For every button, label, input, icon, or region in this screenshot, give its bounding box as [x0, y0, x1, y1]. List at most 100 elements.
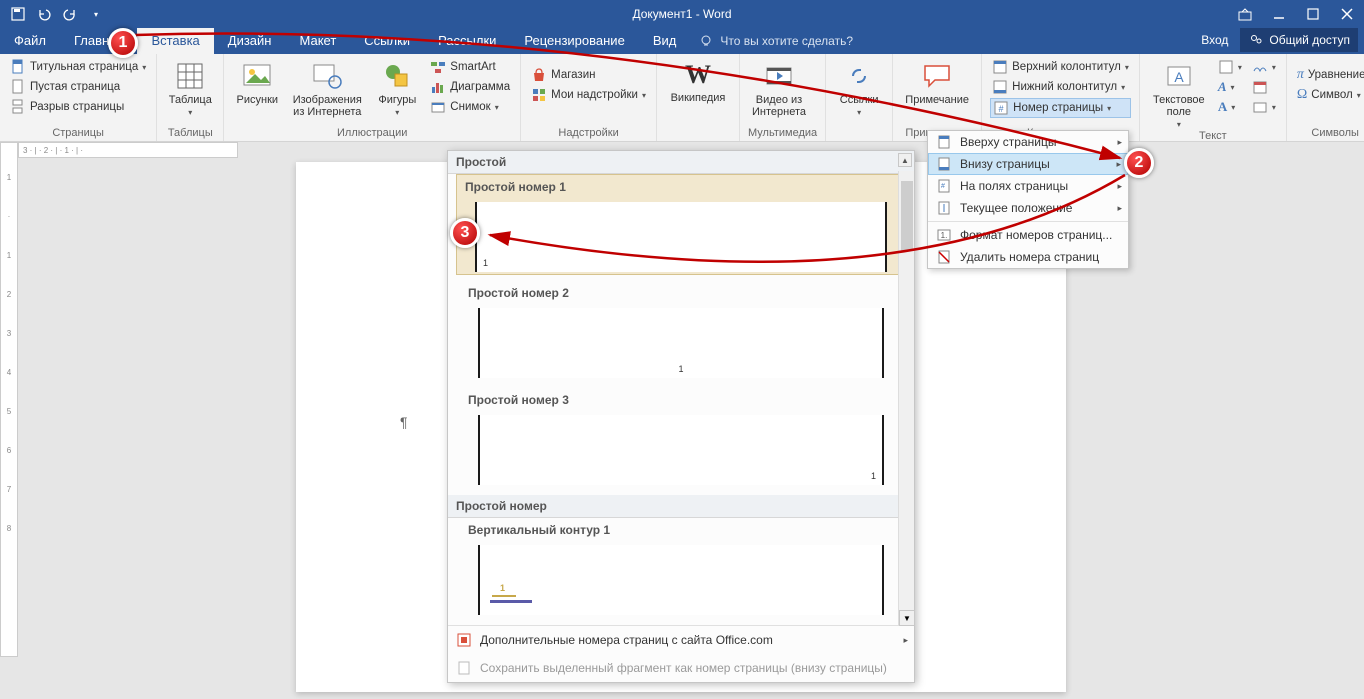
tell-me[interactable]: Что вы хотите сделать?: [698, 28, 853, 54]
store-icon: [531, 67, 547, 83]
tab-file[interactable]: Файл: [0, 28, 60, 54]
shapes-button[interactable]: Фигуры▾: [372, 58, 422, 118]
textbox-button[interactable]: AТекстовое поле▾: [1148, 58, 1210, 130]
object-button[interactable]: ▾: [1250, 98, 1278, 116]
drop-cap-button[interactable]: A▾: [1216, 98, 1244, 116]
save-button[interactable]: [8, 4, 28, 24]
more-from-office[interactable]: Дополнительные номера страниц с сайта Of…: [448, 626, 914, 654]
bulb-icon: [698, 33, 714, 49]
addins-icon: [531, 87, 547, 103]
page-margins-icon: #: [936, 178, 952, 194]
gallery-item-simple-3[interactable]: Простой номер 3 1: [460, 388, 902, 485]
link-icon: [843, 60, 875, 92]
share-button[interactable]: Общий доступ: [1240, 28, 1358, 52]
page-icon: [10, 59, 26, 75]
symbol-button[interactable]: ΩСимвол ▾: [1295, 86, 1364, 104]
menuitem-remove-page-numbers[interactable]: Удалить номера страниц: [928, 246, 1128, 268]
tab-design[interactable]: Дизайн: [214, 28, 286, 54]
wordart-button[interactable]: A▾: [1216, 78, 1244, 96]
minimize-button[interactable]: [1262, 0, 1296, 28]
equation-button[interactable]: πУравнение ▾: [1295, 66, 1364, 84]
signature-icon: [1252, 59, 1268, 75]
wikipedia-button[interactable]: WВикипедия: [665, 58, 731, 104]
store-button[interactable]: Магазин: [529, 66, 648, 84]
wordart-icon: A: [1218, 79, 1227, 95]
footer-button[interactable]: Нижний колонтитул ▾: [990, 78, 1131, 96]
table-button[interactable]: Таблица▾: [165, 58, 215, 118]
smartart-button[interactable]: SmartArt: [428, 58, 512, 76]
cover-page-button[interactable]: Титульная страница▾: [8, 58, 148, 76]
ribbon-display-options[interactable]: [1228, 0, 1262, 28]
page-number-button[interactable]: #Номер страницы ▾: [990, 98, 1131, 118]
comment-button[interactable]: Примечание: [901, 58, 973, 106]
group-pages-label: Страницы: [8, 127, 148, 141]
close-button[interactable]: [1330, 0, 1364, 28]
parts-icon: [1218, 59, 1234, 75]
links-button[interactable]: Ссылки▾: [834, 58, 884, 118]
save-selection-icon: [456, 660, 472, 676]
page-break-button[interactable]: Разрыв страницы: [8, 98, 148, 116]
svg-text:#: #: [941, 183, 945, 190]
tab-layout[interactable]: Макет: [285, 28, 350, 54]
current-position-icon: [936, 200, 952, 216]
menuitem-format-page-numbers[interactable]: 1.Формат номеров страниц...: [928, 224, 1128, 246]
my-addins-button[interactable]: Мои надстройки ▾: [529, 86, 648, 104]
pi-icon: π: [1297, 67, 1304, 83]
gallery-item-simple-1[interactable]: Простой номер 1 1: [456, 174, 906, 275]
undo-button[interactable]: [34, 4, 54, 24]
datetime-icon: [1252, 79, 1268, 95]
group-symbols-label: Символы: [1295, 127, 1364, 141]
header-icon: [992, 59, 1008, 75]
chart-icon: [430, 79, 446, 95]
format-icon: 1.: [936, 227, 952, 243]
save-selection-as-page-number: Сохранить выделенный фрагмент как номер …: [448, 654, 914, 682]
table-icon: [174, 60, 206, 92]
page-number-icon: #: [993, 100, 1009, 116]
textbox-icon: A: [1163, 60, 1195, 92]
tab-insert[interactable]: Вставка: [137, 28, 213, 54]
group-illustrations-label: Иллюстрации: [232, 127, 512, 141]
pictures-button[interactable]: Рисунки: [232, 58, 282, 106]
tab-references[interactable]: Ссылки: [350, 28, 424, 54]
page-top-icon: [936, 134, 952, 150]
tab-review[interactable]: Рецензирование: [510, 28, 638, 54]
menuitem-top-of-page[interactable]: Вверху страницы▸: [928, 131, 1128, 153]
qat-customize[interactable]: ▾: [86, 4, 106, 24]
signin-link[interactable]: Вход: [1201, 33, 1228, 47]
group-tables-label: Таблицы: [165, 127, 215, 141]
gallery-item-vertical-1[interactable]: Вертикальный контур 1 1: [460, 518, 902, 615]
page-number-gallery: Простой ▲ Простой номер 1 1 Простой номе…: [447, 150, 915, 683]
horizontal-ruler[interactable]: 3 · | · 2 · | · 1 · | ·: [18, 142, 238, 158]
maximize-button[interactable]: [1296, 0, 1330, 28]
date-time-button[interactable]: [1250, 78, 1278, 96]
page-bottom-icon: [936, 156, 952, 172]
online-video-button[interactable]: Видео из Интернета: [748, 58, 810, 118]
menuitem-current-position[interactable]: Текущее положение▸: [928, 197, 1128, 219]
svg-text:#: #: [999, 104, 1004, 114]
tab-mailings[interactable]: Рассылки: [424, 28, 510, 54]
tab-view[interactable]: Вид: [639, 28, 691, 54]
online-pictures-button[interactable]: Изображения из Интернета: [288, 58, 366, 118]
gallery-scroll-down[interactable]: ▼: [899, 610, 915, 626]
header-button[interactable]: Верхний колонтитул ▾: [990, 58, 1131, 76]
gallery-item-simple-2[interactable]: Простой номер 2 1: [460, 281, 902, 378]
dropcap-icon: A: [1218, 99, 1227, 115]
gallery-header-simple: Простой ▲: [448, 151, 914, 174]
screenshot-button[interactable]: Снимок▾: [428, 98, 512, 116]
signature-line-button[interactable]: ▾: [1250, 58, 1278, 76]
scrollbar-thumb[interactable]: [901, 181, 913, 251]
office-icon: [456, 632, 472, 648]
quick-parts-button[interactable]: ▾: [1216, 58, 1244, 76]
menuitem-page-margins[interactable]: #На полях страницы▸: [928, 175, 1128, 197]
window-title: Документ1 - Word: [632, 7, 731, 21]
page-break-icon: [10, 99, 26, 115]
blank-page-button[interactable]: Пустая страница: [8, 78, 148, 96]
chart-button[interactable]: Диаграмма: [428, 78, 512, 96]
gallery-scrollbar[interactable]: ▼: [898, 171, 914, 626]
picture-icon: [241, 60, 273, 92]
wikipedia-icon: W: [685, 60, 711, 90]
gallery-scroll-up[interactable]: ▲: [898, 153, 912, 167]
vertical-ruler[interactable]: 1· 12 34 56 78: [0, 142, 18, 657]
redo-button[interactable]: [60, 4, 80, 24]
menuitem-bottom-of-page[interactable]: Внизу страницы▸: [928, 153, 1128, 175]
